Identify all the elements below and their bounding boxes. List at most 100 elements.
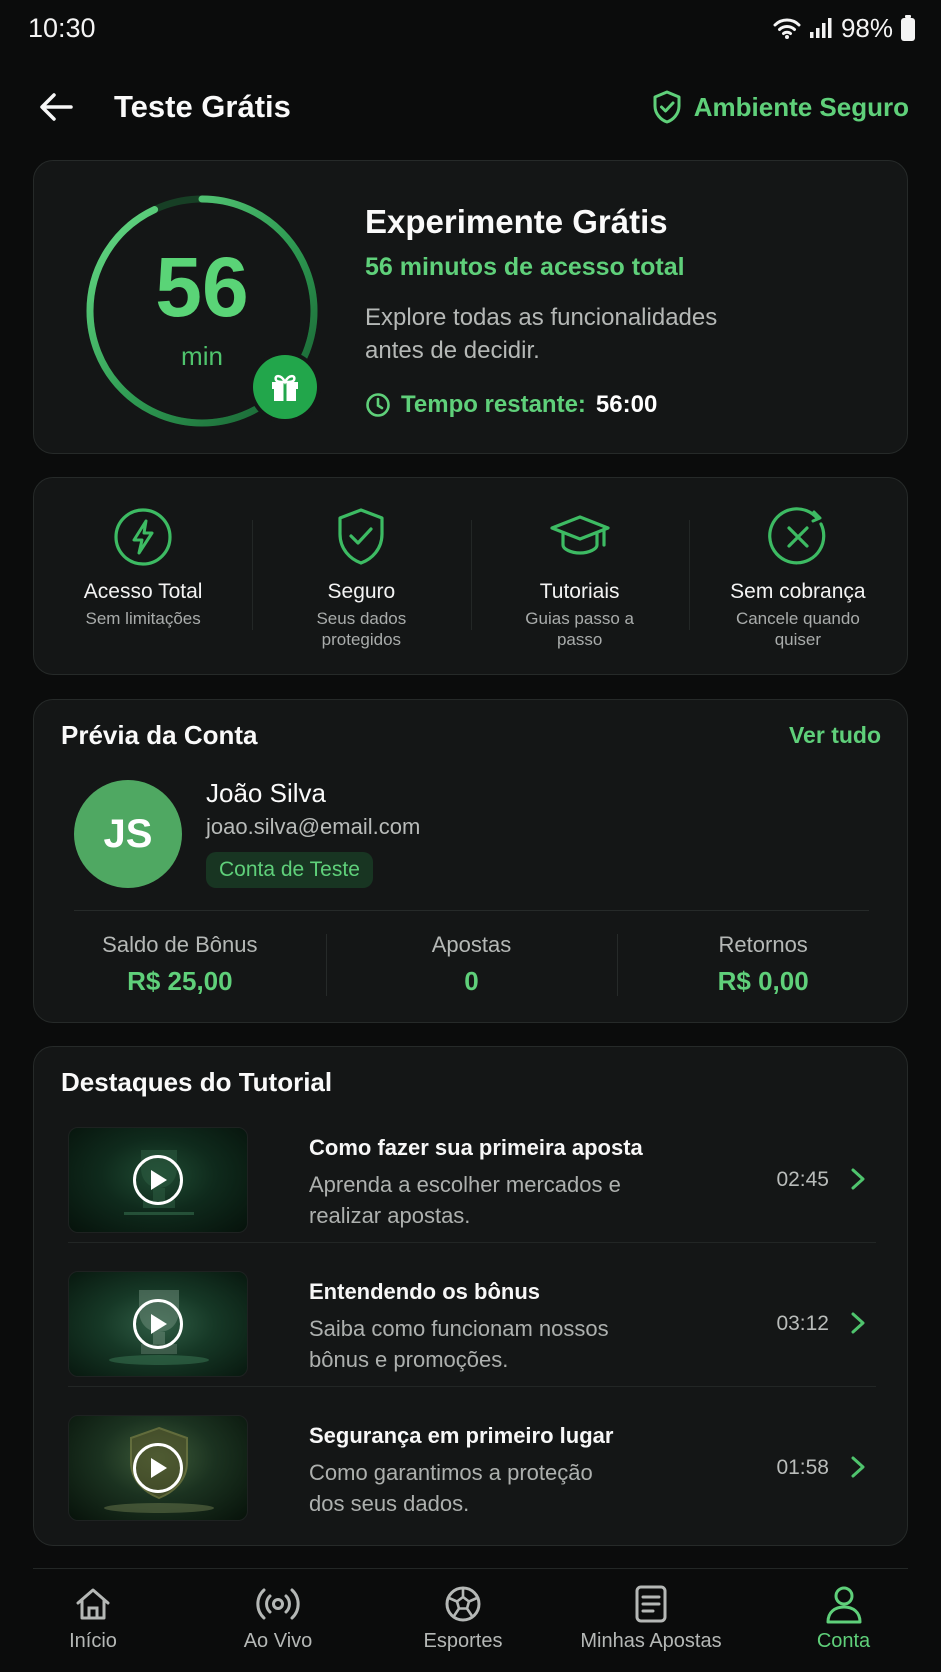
feature-full-access: Acesso Total Sem limitações: [34, 478, 252, 674]
arrow-left-icon: [40, 93, 73, 121]
back-button[interactable]: [36, 87, 76, 127]
hero-title: Experimente Grátis: [365, 203, 668, 240]
feature-no-charge: Sem cobrança Cancele quando quiser: [688, 478, 907, 674]
feature-title: Sem cobrança: [730, 580, 866, 603]
tutorial-item[interactable]: Como fazer sua primeira aposta Aprenda a…: [68, 1127, 876, 1243]
secure-label: Ambiente Seguro: [693, 91, 909, 122]
play-icon: [133, 1443, 183, 1493]
feature-desc: Guias passo a passo: [525, 609, 634, 649]
video-thumbnail[interactable]: [68, 1127, 248, 1233]
chevron-right-icon: [851, 1312, 865, 1334]
divider: [33, 1568, 908, 1569]
stat-label: Saldo de Bônus: [102, 932, 258, 957]
battery-percent: 98%: [840, 12, 893, 43]
secure-environment-badge: Ambiente Seguro: [652, 90, 909, 124]
feature-desc: Cancele quando quiser: [735, 609, 860, 649]
shield-check-icon: [330, 506, 392, 568]
tutorial-title: Entendendo os bônus: [309, 1279, 540, 1304]
tutorial-duration: 02:45: [776, 1168, 829, 1191]
wifi-icon: [773, 17, 801, 39]
page-title: Teste Grátis: [114, 89, 291, 124]
live-icon: [256, 1582, 300, 1626]
status-icons: 98%: [773, 13, 915, 44]
feature-tutorials: Tutoriais Guias passo a passo: [470, 478, 689, 674]
nav-item-account[interactable]: Conta: [746, 1572, 941, 1672]
remaining-time-label: Tempo restante:: [401, 391, 586, 418]
tutorial-item[interactable]: Entendendo os bônus Saiba como funcionam…: [68, 1271, 876, 1387]
stat-bonus-balance: Saldo de Bônus R$ 25,00: [34, 926, 326, 1000]
lightning-icon: [112, 506, 174, 568]
bets-document-icon: [629, 1582, 673, 1626]
soccer-ball-icon: [441, 1582, 485, 1626]
feature-title: Acesso Total: [83, 580, 203, 603]
nav-label: Início: [69, 1630, 117, 1652]
nav-item-my-bets[interactable]: Minhas Apostas: [556, 1572, 746, 1672]
tutorial-description: Como garantimos a proteção dos seus dado…: [309, 1460, 593, 1516]
stat-value: R$ 25,00: [127, 966, 233, 996]
nav-label: Conta: [816, 1630, 871, 1652]
home-icon: [71, 1582, 115, 1626]
tutorial-highlights-title: Destaques do Tutorial: [61, 1067, 333, 1097]
account-preview-card: Prévia da Conta Ver tudo JS João Silva j…: [33, 699, 908, 1023]
app-header: Teste Grátis Ambiente Seguro: [0, 70, 941, 144]
shield-check-icon: [653, 90, 681, 124]
tutorial-title: Como fazer sua primeira aposta: [309, 1135, 643, 1160]
stat-value: R$ 0,00: [717, 966, 809, 996]
user-icon: [822, 1582, 866, 1626]
see-all-link[interactable]: Ver tudo: [789, 722, 881, 749]
chevron-right-icon: [851, 1456, 865, 1478]
nav-label: Minhas Apostas: [580, 1630, 722, 1652]
hero-subtitle: 56 minutos de acesso total: [365, 253, 685, 281]
graduation-cap-icon: [549, 506, 611, 568]
play-icon: [133, 1299, 183, 1349]
gift-badge: [253, 355, 317, 419]
status-bar: 10:30 98%: [0, 0, 941, 56]
nav-label: Esportes: [423, 1630, 503, 1652]
video-thumbnail[interactable]: [68, 1271, 248, 1377]
feature-title: Tutoriais: [539, 580, 620, 603]
tutorial-duration: 01:58: [776, 1456, 829, 1479]
tutorial-title: Segurança em primeiro lugar: [309, 1423, 614, 1448]
bottom-nav: Início Ao Vivo Esportes Minhas Apostas C…: [0, 1572, 941, 1672]
chevron-right-icon: [851, 1168, 865, 1190]
stat-label: Apostas: [431, 932, 512, 957]
tutorial-description: Aprenda a escolher mercados e realizar a…: [309, 1172, 621, 1228]
signal-icon: [809, 17, 833, 39]
account-stats: Saldo de Bônus R$ 25,00 Apostas 0 Retorn…: [34, 926, 909, 1000]
remaining-time: Tempo restante: 56:00: [365, 391, 657, 419]
remaining-time-value: 56:00: [595, 391, 658, 418]
feature-title: Seguro: [327, 580, 396, 603]
feature-desc: Seus dados protegidos: [316, 609, 407, 649]
tutorial-highlights-card: Destaques do Tutorial Como fazer sua pri…: [33, 1046, 908, 1546]
clock-icon: [366, 393, 390, 417]
hero-description: Explore todas as funcionalidades antes d…: [365, 304, 718, 364]
tutorial-item[interactable]: Segurança em primeiro lugar Como garanti…: [68, 1415, 876, 1523]
stat-bets: Apostas 0: [325, 926, 618, 1000]
battery-icon: [901, 15, 915, 41]
account-email: joao.silva@email.com: [206, 814, 421, 839]
play-icon: [133, 1155, 183, 1205]
gift-icon: [272, 374, 298, 401]
cancel-icon: [767, 506, 829, 568]
feature-desc: Sem limitações: [85, 609, 201, 628]
tutorial-duration: 03:12: [776, 1312, 829, 1335]
stat-value: 0: [464, 966, 479, 996]
video-thumbnail[interactable]: [68, 1415, 248, 1521]
feature-secure: Seguro Seus dados protegidos: [252, 478, 470, 674]
nav-item-home[interactable]: Início: [0, 1572, 186, 1672]
stat-returns: Retornos R$ 0,00: [617, 926, 909, 1000]
stat-label: Retornos: [718, 932, 808, 957]
test-account-badge: Conta de Teste: [206, 852, 373, 888]
nav-item-sports[interactable]: Esportes: [370, 1572, 556, 1672]
account-preview-title: Prévia da Conta: [61, 720, 258, 750]
free-trial-card: 56 min Experimente Grátis 56 minutos de …: [33, 160, 908, 454]
avatar: JS: [74, 780, 182, 888]
status-time: 10:30: [28, 12, 96, 43]
divider: [74, 910, 869, 911]
tutorial-description: Saiba como funcionam nossos bônus e prom…: [309, 1316, 609, 1372]
account-name: João Silva: [206, 778, 326, 808]
features-card: Acesso Total Sem limitações Seguro Seus …: [33, 477, 908, 675]
nav-label: Ao Vivo: [243, 1630, 313, 1652]
nav-item-live[interactable]: Ao Vivo: [186, 1572, 370, 1672]
countdown-value: 56: [155, 240, 249, 334]
